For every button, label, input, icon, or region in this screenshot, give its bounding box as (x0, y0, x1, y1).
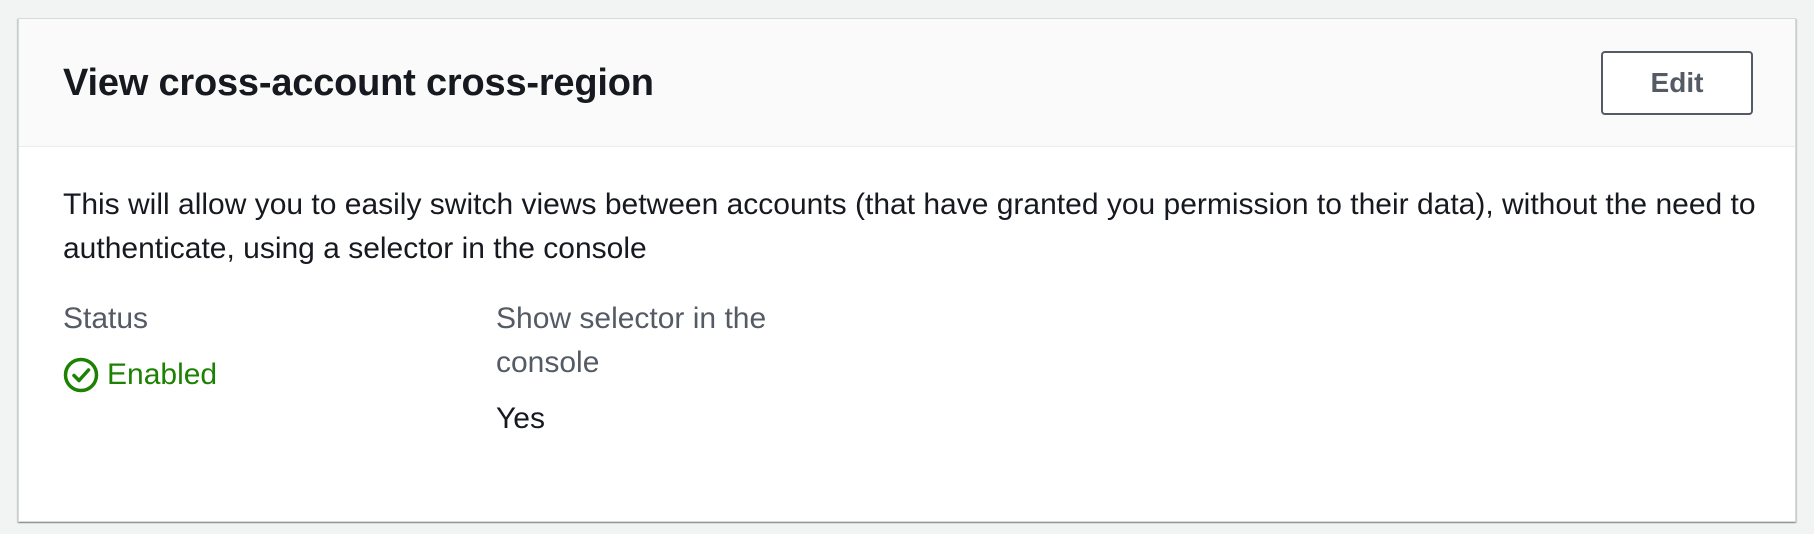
cross-account-panel: View cross-account cross-region Edit Thi… (18, 18, 1796, 522)
panel-description: This will allow you to easily switch vie… (63, 188, 1756, 265)
status-label: Status (63, 302, 149, 335)
status-indicator: Enabled (63, 353, 443, 397)
show-selector-label: Show selector in the console (496, 302, 767, 379)
success-check-circle-icon (63, 357, 99, 393)
edit-button[interactable]: Edit (1601, 51, 1753, 115)
status-value: Enabled (107, 358, 218, 391)
show-selector-field: Show selector in the console Yes (496, 297, 826, 441)
status-field: Status Enabled (63, 297, 443, 397)
show-selector-value: Yes (496, 402, 545, 435)
panel-title: View cross-account cross-region (63, 62, 654, 104)
panel-header: View cross-account cross-region Edit (19, 19, 1795, 147)
